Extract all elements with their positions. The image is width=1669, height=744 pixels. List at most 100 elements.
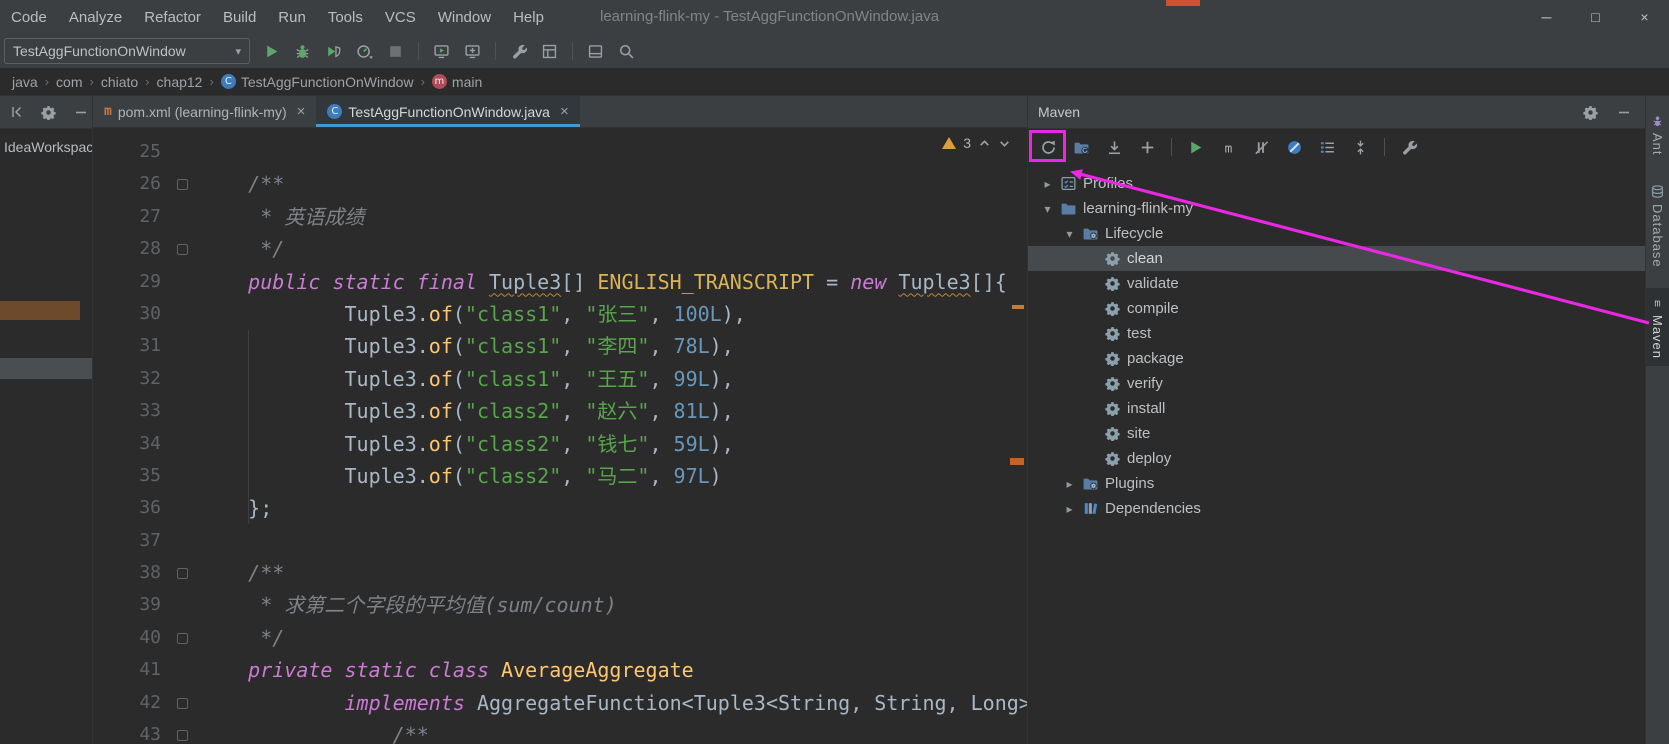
prev-problem-icon[interactable] (978, 137, 991, 150)
toggle-offline-button[interactable] (1278, 132, 1311, 162)
tool-window-button-ant[interactable]: Ant (1646, 106, 1669, 163)
minimize-window-button[interactable]: ─ (1522, 0, 1571, 34)
error-stripe-mark[interactable] (1010, 458, 1024, 465)
fold-marker-icon[interactable] (177, 179, 188, 191)
maven-tree-item-Plugins[interactable]: ▸ Plugins (1028, 471, 1645, 496)
fold-marker-icon[interactable] (177, 568, 188, 580)
close-tab-icon[interactable]: × (560, 103, 569, 120)
monitor-run-button[interactable] (426, 37, 457, 65)
chevron-right-icon[interactable]: ▸ (1060, 477, 1079, 491)
project-tree-row[interactable] (0, 301, 80, 320)
breadcrumb-item-java[interactable]: java (10, 74, 40, 90)
gutter-fold-column (167, 363, 200, 395)
menu-help[interactable]: Help (502, 9, 555, 26)
stop-button[interactable] (380, 37, 411, 65)
execute-goal-button[interactable] (1179, 132, 1212, 162)
menu-analyze[interactable]: Analyze (58, 9, 133, 26)
breadcrumb-item-chap12[interactable]: chap12 (155, 74, 205, 90)
layout-button[interactable] (580, 37, 611, 65)
chevron-right-icon[interactable]: ▸ (1038, 177, 1057, 191)
maven-tree-item-Dependencies[interactable]: ▸ Dependencies (1028, 496, 1645, 521)
code-text: Tuple3.of("class2", "钱七", 59L), (200, 431, 734, 456)
run-config-select[interactable]: TestAggFunctionOnWindow ▾ (4, 38, 250, 64)
maven-tree-item-install[interactable]: install (1028, 396, 1645, 421)
code-lines: 25 26 /** 27 * 英语成绩 28 */29 public static f… (93, 128, 1027, 744)
maven-panel-header: Maven (1028, 96, 1645, 129)
tab-TestAggFunctionOnWindow.java[interactable]: C TestAggFunctionOnWindow.java × (316, 96, 580, 127)
close-tab-icon[interactable]: × (297, 103, 306, 120)
show-dependencies-button[interactable] (1311, 132, 1344, 162)
maven-settings-button[interactable] (1392, 132, 1425, 162)
project-tree-row[interactable] (0, 358, 92, 379)
line-number: 31 (139, 335, 161, 357)
maven-tree-item-Lifecycle[interactable]: ▾ Lifecycle (1028, 221, 1645, 246)
indent-guide (248, 330, 249, 524)
gear-button[interactable] (37, 98, 60, 126)
fold-marker-icon[interactable] (177, 244, 188, 256)
menubar-menus: Code Analyze Refactor Build Run Tools VCS Windo… (0, 9, 555, 26)
close-window-button[interactable]: × (1620, 0, 1669, 34)
maven-gear-button[interactable] (1579, 98, 1601, 126)
chevron-down-icon[interactable]: ▾ (1060, 227, 1079, 241)
chevron-right-icon[interactable]: ▸ (1060, 502, 1079, 516)
maven-tree-item-learning-flink-my[interactable]: ▾ learning-flink-my (1028, 196, 1645, 221)
minimize-button[interactable] (69, 98, 92, 126)
profiler-button[interactable] (349, 37, 380, 65)
tool-window-button-maven[interactable]: m Maven (1646, 288, 1669, 367)
error-stripe-mark[interactable] (1012, 305, 1024, 309)
breadcrumb-item-chiato[interactable]: chiato (99, 74, 140, 90)
maximize-window-button[interactable]: □ (1571, 0, 1620, 34)
fold-marker-icon[interactable] (177, 730, 188, 742)
reimport-button[interactable] (1032, 132, 1065, 162)
menu-vcs[interactable]: VCS (374, 9, 427, 26)
menu-run[interactable]: Run (267, 9, 317, 26)
tool-window-label: Database (1650, 203, 1665, 268)
fold-marker-icon[interactable] (177, 697, 188, 709)
add-maven-project-button[interactable] (1131, 132, 1164, 162)
code-editor[interactable]: 25 26 /** 27 * 英语成绩 28 */29 public static f… (93, 128, 1027, 744)
maven-tree-item-Profiles[interactable]: ▸ Profiles (1028, 171, 1645, 196)
menu-refactor[interactable]: Refactor (133, 9, 212, 26)
maven-tree-item-site[interactable]: site (1028, 421, 1645, 446)
search-everywhere-button[interactable] (611, 37, 642, 65)
goal-icon (1105, 326, 1120, 341)
code-line-33: 33 Tuple3.of("class2", "赵六", 81L), (93, 395, 1027, 427)
run-button[interactable] (256, 37, 287, 65)
settings-wrench-button[interactable] (503, 37, 534, 65)
toggle-skip-tests-button[interactable] (1245, 132, 1278, 162)
maven-run-config-button[interactable]: m (1212, 132, 1245, 162)
breadcrumb-item-main[interactable]: m main (430, 74, 484, 90)
hide-left-button[interactable] (5, 98, 28, 126)
project-structure-button[interactable] (534, 37, 565, 65)
breadcrumb-item-com[interactable]: com (54, 74, 84, 90)
maven-tree-item-verify[interactable]: verify (1028, 371, 1645, 396)
maven-tree-item-package[interactable]: package (1028, 346, 1645, 371)
collapse-all-button[interactable] (1344, 132, 1377, 162)
breadcrumb-item-TestAggFunctionOnWindow[interactable]: C TestAggFunctionOnWindow (219, 74, 416, 90)
maven-tree-item-deploy[interactable]: deploy (1028, 446, 1645, 471)
inspections-widget[interactable]: 3 (942, 135, 1011, 151)
maven-tree-item-clean[interactable]: clean (1028, 246, 1645, 271)
run-with-coverage-button[interactable] (318, 37, 349, 65)
gutter-fold-column (167, 654, 200, 686)
maven-minimize-button[interactable] (1613, 98, 1635, 126)
tab-pom.xml (learning-flink-my)[interactable]: m pom.xml (learning-flink-my) × (93, 96, 316, 127)
menu-code[interactable]: Code (0, 9, 58, 26)
toggle-skip-tests-icon (1253, 139, 1270, 156)
maven-tree-item-test[interactable]: test (1028, 321, 1645, 346)
menu-tools[interactable]: Tools (317, 9, 374, 26)
tool-window-button-database[interactable]: Database (1646, 177, 1669, 275)
menu-build[interactable]: Build (212, 9, 267, 26)
next-problem-icon[interactable] (998, 137, 1011, 150)
fold-marker-icon[interactable] (177, 632, 188, 644)
debug-button[interactable] (287, 37, 318, 65)
download-sources-button[interactable] (1098, 132, 1131, 162)
chevron-down-icon[interactable]: ▾ (1038, 202, 1057, 216)
monitor-add-button[interactable] (457, 37, 488, 65)
maven-tree-item-compile[interactable]: compile (1028, 296, 1645, 321)
maven-tree-item-validate[interactable]: validate (1028, 271, 1645, 296)
menu-window[interactable]: Window (427, 9, 502, 26)
generate-sources-button[interactable] (1065, 132, 1098, 162)
maven-item-label: package (1127, 350, 1184, 367)
